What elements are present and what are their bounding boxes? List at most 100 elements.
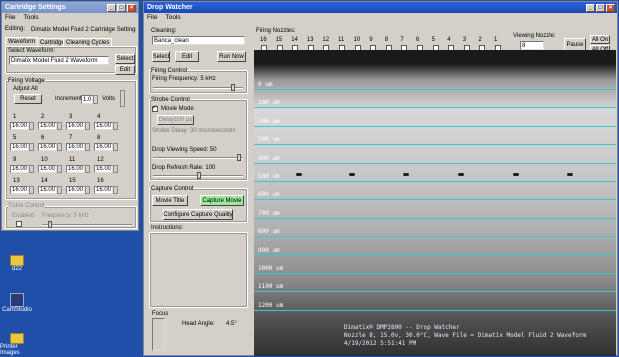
droplet	[567, 173, 573, 176]
nozzle-voltage-spinner[interactable]	[85, 122, 90, 130]
nozzle-voltage-spinner[interactable]	[85, 186, 90, 194]
overlay-text: Nozzle 8, 15.0v, 30.0°C, Wave File = Dim…	[344, 332, 587, 339]
volts-spinner[interactable]	[120, 90, 125, 107]
cartridge-settings-window: Cartridge Settings _ □ × File Tools Editing:…	[1, 1, 139, 231]
nozzle-voltage-field[interactable]: 16.00	[94, 186, 113, 194]
strobe-control-label: Strobe Control	[151, 97, 190, 103]
grid-line	[254, 309, 616, 311]
minimize-icon[interactable]: _	[107, 3, 116, 12]
configure-capture-quality-button[interactable]: Configure Capture Quality	[163, 209, 233, 220]
close-icon[interactable]: ×	[127, 3, 136, 12]
focus-control[interactable]	[152, 318, 165, 351]
increment-spinner[interactable]	[93, 95, 98, 104]
droplet	[513, 173, 519, 176]
tickle-frequency-slider[interactable]	[42, 221, 132, 228]
title-bar[interactable]: Cartridge Settings _ □ ×	[2, 2, 138, 13]
nozzle-voltage-spinner[interactable]	[113, 186, 118, 194]
slider-thumb[interactable]	[231, 84, 235, 91]
nozzle-voltage-field[interactable]: 16.00	[66, 165, 85, 173]
tickle-control-label: Tickle Control	[8, 203, 45, 209]
all-on-button[interactable]: All On	[590, 35, 610, 44]
tab-waveform[interactable]: Waveform	[5, 37, 39, 45]
nozzle-number: 1	[494, 37, 498, 43]
increment-field[interactable]: 1.0	[81, 95, 93, 104]
drop-refresh-rate-slider[interactable]	[153, 172, 243, 179]
nozzle-voltage-field[interactable]: 16.00	[38, 186, 57, 194]
waveform-field: Dimatix Model Fluid 2 Waveform	[9, 56, 109, 65]
editing-value: Dimatix Model Fluid 2 Cartridge Settings	[30, 25, 136, 34]
nozzle-voltage-spinner[interactable]	[85, 143, 90, 151]
grid-line	[254, 89, 616, 90]
nozzle-number: 7	[400, 37, 404, 43]
nozzle-voltage-spinner[interactable]	[57, 165, 62, 173]
tickle-enabled-checkbox[interactable]	[16, 221, 22, 227]
run-now-button[interactable]: Run Now	[217, 51, 246, 62]
nozzle-voltage-spinner[interactable]	[57, 143, 62, 151]
nozzle-voltage-field[interactable]: 16.00	[66, 143, 85, 151]
volts-label: Volts	[102, 96, 116, 102]
minimize-icon[interactable]: _	[586, 3, 595, 12]
select-waveform-button[interactable]: Select	[115, 54, 135, 64]
delay-button[interactable]: Delay100 µs	[157, 115, 194, 125]
reset-button[interactable]: Reset	[14, 94, 42, 104]
camstudio-icon	[10, 293, 24, 307]
nozzle-voltage-field[interactable]: 16.00	[94, 165, 113, 173]
menu-tools[interactable]: Tools	[23, 14, 38, 21]
nozzle-voltage-field[interactable]: 16.00	[38, 143, 57, 151]
desktop-icon-printer-images[interactable]: Printer Images	[0, 333, 34, 356]
nozzle-number: 15	[275, 37, 283, 43]
nozzle-voltage-spinner[interactable]	[57, 122, 62, 130]
nozzle-voltage-spinner[interactable]	[57, 186, 62, 194]
grid-label: 1000 um	[258, 265, 284, 272]
desktop-icon-camstudio[interactable]: CamStudio	[0, 293, 34, 313]
nozzle-voltage-field[interactable]: 16.00	[94, 122, 113, 130]
nozzle-number-label: 13	[13, 178, 20, 184]
nozzle-voltage-field[interactable]: 16.00	[94, 143, 113, 151]
capture-control-label: Capture Control	[151, 186, 194, 192]
capture-movie-button[interactable]: Capture Movie	[200, 195, 244, 206]
nozzle-voltage-field[interactable]: 16.00	[10, 143, 29, 151]
cleaning-edit-button[interactable]: Edit	[175, 51, 199, 62]
nozzle-voltage-spinner[interactable]	[113, 143, 118, 151]
nozzle-voltage-field[interactable]: 16.00	[38, 165, 57, 173]
nozzle-voltage-spinner[interactable]	[29, 122, 34, 130]
close-icon[interactable]: ×	[606, 3, 615, 12]
edit-waveform-button[interactable]: Edit	[115, 65, 135, 75]
desktop-icon-d22[interactable]: d22	[0, 255, 34, 272]
nozzle-voltage-field[interactable]: 16.00	[66, 186, 85, 194]
firing-frequency-slider[interactable]	[153, 84, 243, 91]
nozzle-voltage-field[interactable]: 16.00	[66, 122, 85, 130]
nozzle-number: 2	[478, 37, 482, 43]
nozzle-voltage-field[interactable]: 16.00	[10, 186, 29, 194]
nozzle-voltage-spinner[interactable]	[29, 165, 34, 173]
tab-cleaning-cycles[interactable]: Cleaning Cycles	[63, 38, 113, 46]
grid-line	[254, 291, 616, 293]
maximize-icon[interactable]: □	[596, 3, 605, 12]
grid-label: 800 um	[258, 228, 280, 236]
nozzle-voltage-field[interactable]: 16.00	[38, 122, 57, 130]
menu-file[interactable]: File	[5, 14, 15, 21]
desktop-icon-label: CamStudio	[2, 307, 32, 313]
slider-thumb[interactable]	[237, 154, 241, 161]
nozzle-voltage-spinner[interactable]	[29, 186, 34, 194]
slider-thumb[interactable]	[197, 172, 201, 179]
nozzle-voltage-spinner[interactable]	[113, 165, 118, 173]
grid-label: 200 um	[258, 117, 280, 125]
menu-tools[interactable]: Tools	[165, 14, 180, 21]
cleaning-select-button[interactable]: Select	[152, 51, 170, 62]
slider-thumb[interactable]	[48, 221, 52, 228]
movie-title-button[interactable]: Movie Title	[152, 195, 188, 206]
nozzle-voltage-spinner[interactable]	[85, 165, 90, 173]
grid-line	[254, 254, 616, 256]
viewing-nozzle-field[interactable]: 8	[520, 41, 544, 50]
title-bar[interactable]: Drop Watcher _ □ ×	[144, 2, 617, 13]
nozzle-voltage-field[interactable]: 16.00	[10, 165, 29, 173]
grid-label: 900 um	[258, 246, 280, 254]
nozzle-number-label: 12	[97, 157, 104, 163]
nozzle-voltage-spinner[interactable]	[113, 122, 118, 130]
nozzle-voltage-field[interactable]: 16.00	[10, 122, 29, 130]
maximize-icon[interactable]: □	[117, 3, 126, 12]
drop-viewing-speed-slider[interactable]	[153, 154, 243, 161]
menu-file[interactable]: File	[147, 14, 157, 21]
nozzle-voltage-spinner[interactable]	[29, 143, 34, 151]
